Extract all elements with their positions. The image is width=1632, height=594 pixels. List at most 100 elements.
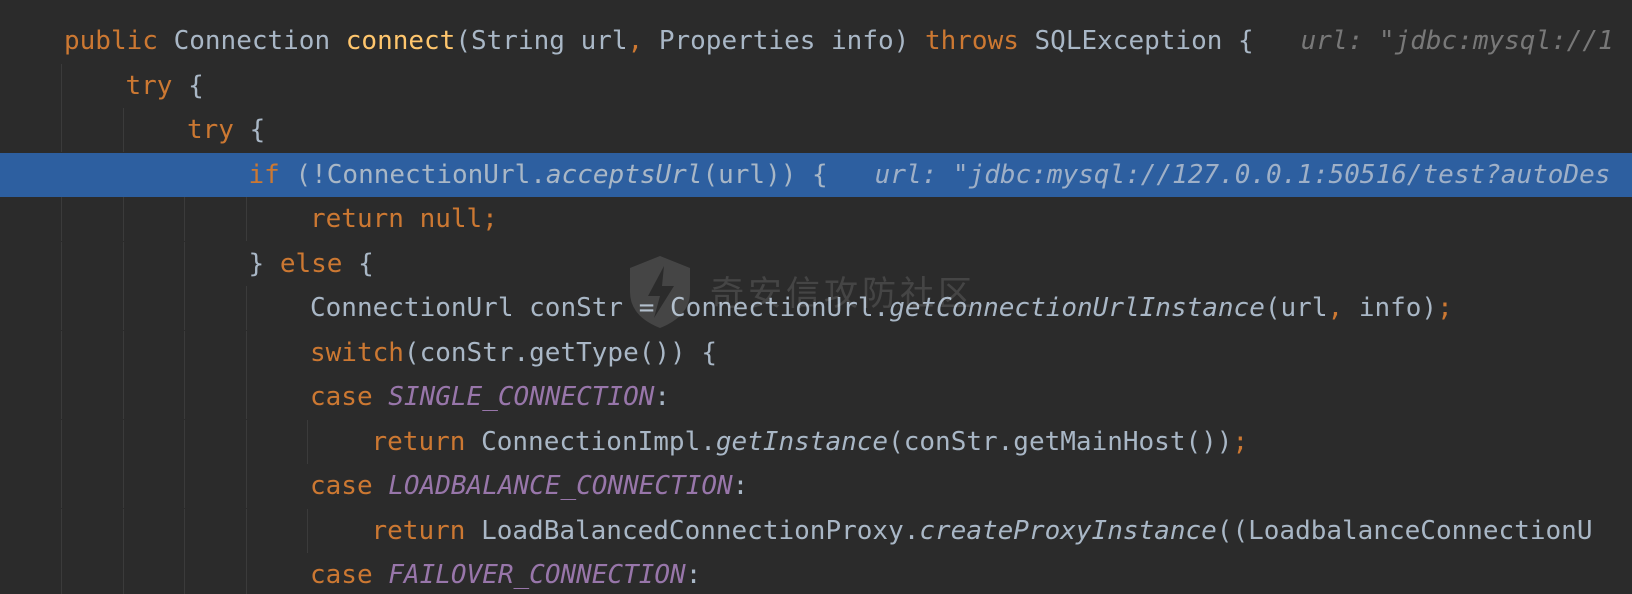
code-token: : <box>732 471 749 501</box>
code-token: case <box>310 382 389 412</box>
code-line[interactable]: public Connection connect(String url, Pr… <box>0 19 1632 63</box>
indent-guide <box>122 108 124 152</box>
indent-guide <box>61 286 62 330</box>
code-token: case <box>310 560 389 590</box>
code-token: ; <box>1437 293 1453 323</box>
code-token: try <box>187 115 250 145</box>
indent-guide <box>245 375 247 419</box>
code-token: return <box>371 515 482 546</box>
code-token: , <box>1327 293 1359 323</box>
code-line[interactable]: case FAILOVER_CONNECTION: <box>0 553 1632 594</box>
code-text: if (!ConnectionUrl.acceptsUrl(url)) { ur… <box>249 153 1611 197</box>
code-line[interactable]: try { <box>0 63 1632 108</box>
code-text: } else { <box>249 242 374 286</box>
code-token: (String url <box>455 26 628 56</box>
code-token: createProxyInstance <box>919 515 1217 546</box>
code-token: getInstance <box>715 426 889 457</box>
code-token: info) <box>1358 293 1438 323</box>
code-token: SINGLE_CONNECTION <box>388 382 655 412</box>
indent-guide <box>122 508 124 553</box>
code-editor[interactable]: public Connection connect(String url, Pr… <box>0 0 1632 594</box>
indent-guide <box>307 508 308 553</box>
code-token: (!ConnectionUrl. <box>295 159 546 190</box>
indent-guide <box>245 419 247 464</box>
indent-guide <box>122 553 124 594</box>
indent-guide <box>61 464 62 508</box>
indent-guide <box>245 286 247 330</box>
indent-guide <box>122 375 124 419</box>
indent-guide <box>61 330 62 375</box>
code-token: { <box>358 248 374 279</box>
code-text: try { <box>187 108 265 152</box>
code-token: (conStr.getMainHost()) <box>888 426 1233 457</box>
code-text: return null; <box>310 197 498 241</box>
code-token: { <box>188 70 204 101</box>
code-token: (url)) { <box>702 159 828 190</box>
code-text: case LOADBALANCE_CONNECTION: <box>310 464 748 508</box>
code-text: case FAILOVER_CONNECTION: <box>310 553 701 594</box>
indent-guide <box>184 508 185 553</box>
indent-guide <box>122 419 124 464</box>
indent-guide <box>122 464 124 508</box>
indent-guide <box>61 508 62 553</box>
code-token: return null; <box>310 204 498 234</box>
indent-guide <box>122 197 124 241</box>
indent-guide <box>61 241 62 286</box>
indent-guide <box>245 508 247 553</box>
highlighted-code-line[interactable]: if (!ConnectionUrl.acceptsUrl(url)) { ur… <box>0 152 1632 197</box>
code-line[interactable]: try { <box>0 108 1632 152</box>
code-line[interactable]: case SINGLE_CONNECTION: <box>0 375 1632 419</box>
code-token: getConnectionUrlInstance <box>889 293 1265 323</box>
indent-guide <box>245 464 247 508</box>
indent-guide <box>307 419 308 464</box>
code-token: acceptsUrl <box>545 159 703 190</box>
indent-guide <box>184 553 185 594</box>
code-token: } <box>248 248 280 279</box>
code-line[interactable]: ConnectionUrl conStr = ConnectionUrl.get… <box>0 286 1632 330</box>
indent-guide <box>184 419 185 464</box>
code-token: ConnectionUrl conStr = ConnectionUrl. <box>310 293 890 323</box>
indent-guide <box>184 197 185 241</box>
code-token: else <box>279 248 359 279</box>
code-line[interactable]: } else { <box>0 241 1632 286</box>
indent-guide <box>61 108 62 152</box>
code-token: LOADBALANCE_CONNECTION <box>388 471 733 501</box>
code-token: (url <box>1264 293 1328 323</box>
code-text: return ConnectionImpl.getInstance(conStr… <box>372 420 1249 464</box>
indent-guide <box>184 330 185 375</box>
code-line[interactable]: return null; <box>0 197 1632 241</box>
code-token: SQLException { <box>1034 26 1254 56</box>
indent-guide <box>245 553 247 594</box>
indent-guide <box>61 419 62 464</box>
code-line[interactable]: case LOADBALANCE_CONNECTION: <box>0 464 1632 508</box>
indent-guide <box>245 330 247 375</box>
indent-guide <box>184 375 185 419</box>
inline-debug-hint: url: "jdbc:mysql://1 <box>1253 26 1614 56</box>
code-text: public Connection connect(String url, Pr… <box>64 19 1614 63</box>
inline-debug-hint: url: "jdbc:mysql://127.0.0.1:50516/test?… <box>827 159 1611 190</box>
code-token: FAILOVER_CONNECTION <box>388 560 686 590</box>
code-token: return <box>371 426 482 457</box>
indent-guide <box>61 197 62 241</box>
indent-guide <box>122 286 124 330</box>
code-token: Connection <box>173 26 346 56</box>
code-token: public <box>64 26 174 56</box>
code-line[interactable]: switch(conStr.getType()) { <box>0 330 1632 375</box>
indent-guide <box>122 241 124 286</box>
indent-guide <box>61 63 62 108</box>
code-line[interactable]: return ConnectionImpl.getInstance(conStr… <box>0 419 1632 464</box>
code-text: case SINGLE_CONNECTION: <box>310 375 670 419</box>
code-token: connect <box>345 26 456 56</box>
code-token: ; <box>1232 426 1249 457</box>
code-token: switch <box>310 337 404 368</box>
code-token: ConnectionImpl. <box>481 426 716 457</box>
code-token: LoadBalancedConnectionProxy. <box>481 515 920 546</box>
code-token: { <box>249 115 266 145</box>
indent-guide <box>61 553 62 594</box>
code-token: ((LoadbalanceConnectionU <box>1216 515 1593 546</box>
code-text: ConnectionUrl conStr = ConnectionUrl.get… <box>310 286 1453 330</box>
code-text: switch(conStr.getType()) { <box>310 331 717 375</box>
code-token: , <box>627 26 659 56</box>
code-token: : <box>685 560 702 590</box>
code-line[interactable]: return LoadBalancedConnectionProxy.creat… <box>0 508 1632 553</box>
